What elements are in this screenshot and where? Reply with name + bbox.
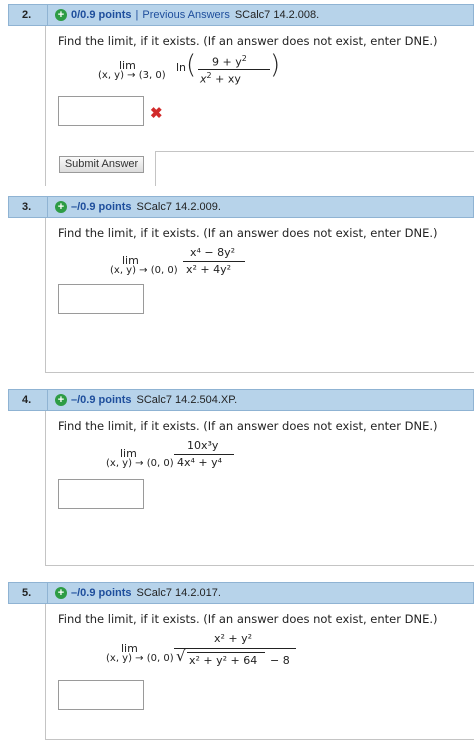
question-number: 2. <box>22 9 32 21</box>
plus-circle-icon[interactable]: + <box>55 587 67 599</box>
denominator: x² + 4y² <box>186 263 232 276</box>
question-body: Find the limit, if it exists. (If an ans… <box>45 604 474 740</box>
points-label: –/0.9 points SCalc7 14.2.017. <box>71 587 221 599</box>
question-body: Find the limit, if it exists. (If an ans… <box>45 411 474 566</box>
fraction-line <box>174 648 296 649</box>
limit-expression: lim (x, y) → (0, 0) 10x³y 4x⁴ + y⁴ <box>46 439 474 479</box>
question-prompt: Find the limit, if it exists. (If an ans… <box>58 34 438 48</box>
question-prompt: Find the limit, if it exists. (If an ans… <box>58 612 438 626</box>
answer-input[interactable] <box>58 96 144 126</box>
denominator-rest: + xy <box>211 72 241 86</box>
header-divider <box>47 390 48 410</box>
question-prompt: Find the limit, if it exists. (If an ans… <box>58 419 438 433</box>
question-body: Find the limit, if it exists. (If an ans… <box>45 218 474 373</box>
problem-code: SCalc7 14.2.009. <box>136 201 221 213</box>
sqrt-symbol: √ <box>176 647 186 665</box>
numerator: x² + y² <box>214 632 253 645</box>
answer-input[interactable] <box>58 680 144 710</box>
question-body: Find the limit, if it exists. (If an ans… <box>45 26 474 186</box>
limit-expression: lim (x, y) → (3, 0) ln ( 9 + y2 x2 + xy … <box>46 50 474 94</box>
right-paren: ) <box>270 50 281 80</box>
points-value: –/0.9 points <box>71 587 132 599</box>
ln-function: ln <box>176 61 187 74</box>
left-paren: ( <box>186 50 197 80</box>
points-label: 0/0.9 points | Previous Answers SCalc7 14.2… <box>71 9 319 21</box>
denominator-tail: − 8 <box>270 654 290 667</box>
lim-subscript: (x, y) → (0, 0) <box>106 653 174 664</box>
points-label: –/0.9 points SCalc7 14.2.504.XP. <box>71 394 237 406</box>
denominator: 4x⁴ + y⁴ <box>177 456 223 469</box>
question-header: 2. + 0/0.9 points | Previous Answers SCalc7… <box>8 4 474 26</box>
denominator: x2 + xy <box>200 71 241 86</box>
sqrt-overline <box>187 652 265 653</box>
question-prompt: Find the limit, if it exists. (If an ans… <box>58 226 438 240</box>
submit-row-border <box>155 151 474 152</box>
question-number: 3. <box>22 201 32 213</box>
fraction-line <box>198 69 270 70</box>
header-divider <box>47 583 48 603</box>
plus-circle-icon[interactable]: + <box>55 394 67 406</box>
radicand: x² + y² + 64 <box>189 654 258 667</box>
plus-circle-icon[interactable]: + <box>55 9 67 21</box>
answer-input[interactable] <box>58 479 144 509</box>
points-value: –/0.9 points <box>71 394 132 406</box>
lim-subscript: (x, y) → (3, 0) <box>98 70 166 81</box>
numerator: x⁴ − 8y² <box>190 246 236 259</box>
points-label: –/0.9 points SCalc7 14.2.009. <box>71 201 221 213</box>
submit-row-divider <box>155 151 156 186</box>
problem-code: SCalc7 14.2.504.XP. <box>136 394 238 406</box>
numerator: 10x³y <box>187 439 219 452</box>
question-number: 4. <box>22 394 32 406</box>
problem-code: SCalc7 14.2.008. <box>234 9 320 21</box>
separator: | <box>135 9 139 21</box>
fraction-line <box>183 261 245 262</box>
plus-circle-icon[interactable]: + <box>55 201 67 213</box>
question-number: 5. <box>22 587 32 599</box>
points-value: –/0.9 points <box>71 201 132 213</box>
header-divider <box>47 5 48 25</box>
lim-subscript: (x, y) → (0, 0) <box>110 265 178 276</box>
x-mark-icon: ✖ <box>150 105 163 122</box>
fraction-line <box>174 454 234 455</box>
header-divider <box>47 197 48 217</box>
previous-answers-link[interactable]: Previous Answers <box>142 9 229 21</box>
numerator-base: 9 + y <box>212 55 242 69</box>
numerator-exp: 2 <box>241 54 247 63</box>
limit-expression: lim (x, y) → (0, 0) x⁴ − 8y² x² + 4y² <box>46 246 474 286</box>
lim-subscript: (x, y) → (0, 0) <box>106 458 174 469</box>
submit-answer-button[interactable]: Submit Answer <box>59 156 144 173</box>
points-value: 0/0.9 points <box>71 9 132 21</box>
question-header: 5. + –/0.9 points SCalc7 14.2.017. <box>8 582 474 604</box>
numerator: 9 + y2 <box>212 54 247 69</box>
answer-input[interactable] <box>58 284 144 314</box>
question-header: 4. + –/0.9 points SCalc7 14.2.504.XP. <box>8 389 474 411</box>
limit-expression: lim (x, y) → (0, 0) x² + y² √ x² + y² + … <box>46 632 474 676</box>
problem-code: SCalc7 14.2.017. <box>136 587 221 599</box>
question-header: 3. + –/0.9 points SCalc7 14.2.009. <box>8 196 474 218</box>
